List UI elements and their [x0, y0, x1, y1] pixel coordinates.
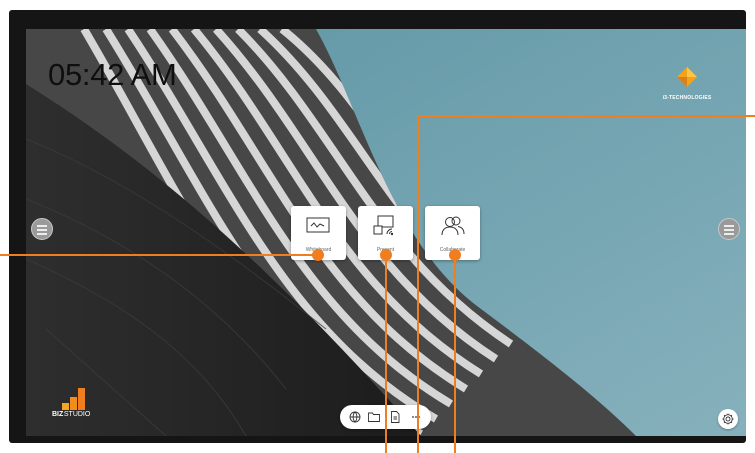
- present-button[interactable]: Present: [358, 206, 413, 260]
- biz-studio-rest: STUDIO: [63, 411, 91, 418]
- right-sidebar-handle[interactable]: [718, 218, 740, 240]
- biz-studio-bold: BIZ: [52, 411, 64, 418]
- whiteboard-icon: [306, 217, 330, 233]
- whiteboard-label: Whiteboard: [305, 247, 332, 253]
- clock-time: 05:42 AM: [48, 57, 177, 92]
- folder-icon[interactable]: [366, 409, 382, 425]
- brand-logo-icon: [677, 67, 697, 87]
- collaborate-icon: [441, 216, 465, 236]
- settings-button[interactable]: [718, 409, 738, 429]
- whiteboard-button[interactable]: Whiteboard: [291, 206, 346, 260]
- present-label: Present: [376, 247, 395, 253]
- present-icon: [373, 215, 394, 236]
- globe-icon[interactable]: [347, 409, 363, 425]
- biz-studio-logo: BIZ STUDIO: [52, 387, 92, 418]
- brand-logo: i3-TECHNOLOGIES: [642, 67, 732, 101]
- home-screen: 05:42 AM i3-TECHNOLOGIES Whiteboard Pres…: [26, 29, 746, 436]
- left-sidebar-handle[interactable]: [31, 218, 53, 240]
- collaborate-label: Collaborate: [439, 247, 466, 253]
- biz-studio-name: BIZ STUDIO: [52, 411, 90, 418]
- collaborate-button[interactable]: Collaborate: [425, 206, 480, 260]
- bottom-dock: [340, 405, 431, 429]
- brand-name: i3-TECHNOLOGIES: [662, 95, 712, 101]
- gear-icon: [722, 413, 734, 425]
- biz-studio-icon: [62, 388, 85, 410]
- more-icon[interactable]: [408, 409, 424, 425]
- document-icon[interactable]: [387, 409, 403, 425]
